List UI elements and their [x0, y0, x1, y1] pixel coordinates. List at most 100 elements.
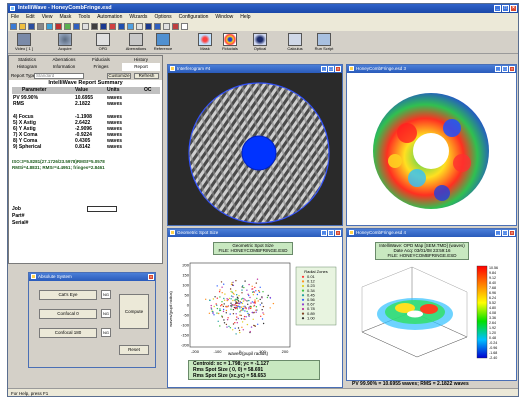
open-icon[interactable]: [10, 22, 17, 30]
window-icon[interactable]: [136, 22, 143, 30]
close-button[interactable]: ×: [335, 66, 341, 72]
ray-point: [244, 310, 246, 312]
ray-point: [250, 326, 253, 328]
aberrations-button[interactable]: Aberrations: [121, 33, 151, 53]
dialog-close-button[interactable]: ×: [148, 274, 154, 280]
compute-button[interactable]: Compute: [119, 294, 149, 329]
save-icon[interactable]: [28, 22, 35, 30]
tab-fringes[interactable]: Fringes: [85, 63, 117, 71]
folder-icon[interactable]: [19, 22, 26, 30]
minimize-button[interactable]: _: [321, 66, 327, 72]
ray-point: [241, 286, 243, 288]
job-input[interactable]: [87, 206, 117, 212]
calculus-button[interactable]: Calculus: [280, 33, 310, 53]
report-type-select[interactable]: Standard: [34, 73, 84, 79]
ray-point: [256, 293, 259, 296]
print-icon[interactable]: [37, 22, 44, 30]
ray-point: [222, 305, 225, 308]
ray-point: [243, 318, 245, 320]
layout-icon[interactable]: [145, 22, 152, 30]
menu-window[interactable]: Window: [215, 13, 233, 21]
close-button[interactable]: ×: [335, 230, 341, 236]
interferogram-image[interactable]: [168, 73, 343, 226]
ray-point: [234, 299, 236, 301]
tab-information[interactable]: Information: [47, 63, 81, 71]
reference-button[interactable]: Reference: [148, 33, 178, 53]
stop-icon[interactable]: [109, 22, 116, 30]
y-tick-label: -50: [183, 312, 190, 317]
ray-point: [235, 313, 237, 315]
maximize-button[interactable]: □: [328, 230, 334, 236]
page-icon[interactable]: [82, 22, 89, 30]
opd-map-image[interactable]: [347, 73, 517, 226]
close-button[interactable]: ×: [509, 66, 515, 72]
menu-file[interactable]: File: [11, 13, 19, 21]
wave-icon[interactable]: [73, 22, 80, 30]
zoom-icon[interactable]: [127, 22, 134, 30]
minimize-button[interactable]: _: [495, 230, 501, 236]
camera-icon[interactable]: [46, 22, 53, 30]
menu-configuration[interactable]: Configuration: [179, 13, 209, 21]
ray-point: [269, 307, 271, 309]
ray-point: [237, 297, 239, 299]
3d-surface-plot[interactable]: 10.569.849.128.407.686.966.245.524.804.0…: [347, 262, 517, 380]
cats-eye-status: NG: [101, 290, 111, 299]
ray-point: [243, 315, 246, 318]
mask-icon[interactable]: [100, 22, 107, 30]
film-icon[interactable]: [91, 22, 98, 30]
window-icon: [349, 230, 354, 235]
reference-icon: [156, 33, 170, 46]
ray-point: [232, 323, 235, 325]
confocal-0-button[interactable]: Confocal 0: [39, 309, 97, 319]
minimize-button[interactable]: _: [494, 5, 501, 12]
ray-point: [241, 321, 244, 323]
customize-button[interactable]: Customize: [107, 73, 131, 79]
cascade-icon[interactable]: [163, 22, 170, 30]
grid-icon[interactable]: [64, 22, 71, 30]
record-icon[interactable]: [55, 22, 62, 30]
y-tick-label: -100: [181, 322, 190, 327]
maximize-button[interactable]: □: [502, 5, 509, 12]
cats-eye-button[interactable]: Cat's Eye: [39, 290, 97, 300]
maximize-button[interactable]: □: [502, 230, 508, 236]
minimize-button[interactable]: _: [495, 66, 501, 72]
fiducials-button[interactable]: Fiducials: [215, 33, 245, 53]
ray-point: [256, 297, 258, 300]
tab-report[interactable]: Report: [122, 63, 160, 71]
menu-mask[interactable]: Mask: [59, 13, 71, 21]
ray-point: [223, 322, 226, 324]
tab-histogram[interactable]: Histogram: [11, 63, 43, 71]
menu-automation[interactable]: Automation: [97, 13, 122, 21]
colorbar-label: 1.20: [489, 331, 496, 335]
spot-diagram[interactable]: 200150100500-50-100-150-200 -200 -100 0 100…: [168, 259, 343, 359]
info-icon[interactable]: [181, 22, 188, 30]
ray-point: [217, 320, 219, 322]
colorbar-label: 5.52: [489, 301, 496, 305]
menu-options[interactable]: Options: [154, 13, 171, 21]
target-icon[interactable]: [172, 22, 179, 30]
reset-button[interactable]: Reset: [119, 345, 149, 355]
close-button[interactable]: ×: [509, 230, 515, 236]
menu-tools[interactable]: Tools: [78, 13, 90, 21]
close-button[interactable]: ×: [510, 5, 517, 12]
acquire-button[interactable]: Acquire: [50, 33, 80, 53]
video-button[interactable]: Video [ 1 ]: [9, 33, 39, 53]
ray-point: [254, 286, 256, 289]
tile-icon[interactable]: [154, 22, 161, 30]
x-tick-label: -200: [191, 349, 200, 354]
confocal-180-button[interactable]: Confocal 180: [39, 328, 97, 338]
ray-point: [243, 286, 245, 289]
chart-icon[interactable]: [118, 22, 125, 30]
opd-button[interactable]: OPD: [88, 33, 118, 53]
menu-edit[interactable]: Edit: [26, 13, 35, 21]
menu-help[interactable]: Help: [240, 13, 250, 21]
ray-point: [223, 303, 225, 305]
optical-button[interactable]: Optical: [245, 33, 275, 53]
run-script-button[interactable]: Run Script: [309, 33, 339, 53]
menu-wizards[interactable]: Wizards: [129, 13, 147, 21]
refresh-button[interactable]: Refresh: [134, 73, 159, 79]
maximize-button[interactable]: □: [328, 66, 334, 72]
maximize-button[interactable]: □: [502, 66, 508, 72]
minimize-button[interactable]: _: [321, 230, 327, 236]
menu-view[interactable]: View: [42, 13, 53, 21]
